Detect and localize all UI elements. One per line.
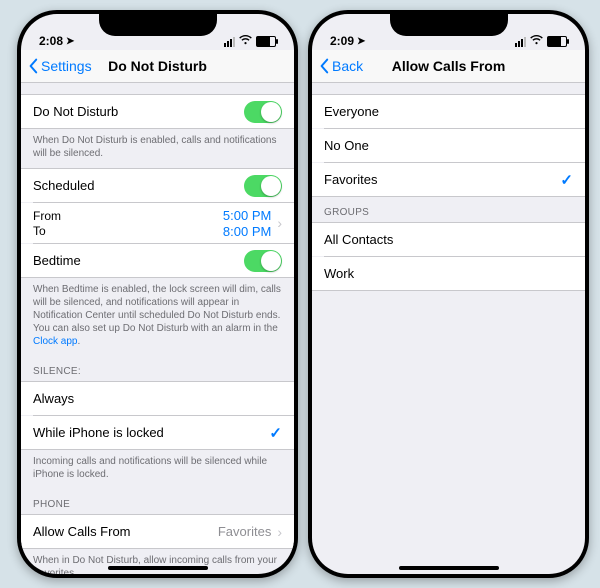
always-label: Always — [33, 391, 74, 406]
silence-footer: Incoming calls and notifications will be… — [21, 450, 294, 489]
wifi-icon — [530, 35, 543, 48]
always-row[interactable]: Always — [21, 381, 294, 415]
cellular-icon — [515, 37, 526, 47]
silence-header: SILENCE: — [21, 356, 294, 381]
allow-calls-footer: When in Do Not Disturb, allow incoming c… — [21, 549, 294, 574]
allow-calls-row[interactable]: Allow Calls From Favorites › — [21, 514, 294, 548]
phone-do-not-disturb: 2:08 ➤ Settings Do Not Disturb — [17, 10, 298, 578]
nav-title: Allow Calls From — [312, 58, 585, 74]
checkmark-icon: ✓ — [560, 171, 573, 189]
home-indicator[interactable] — [108, 566, 208, 570]
row-label: All Contacts — [324, 232, 393, 247]
row-label: Work — [324, 266, 354, 281]
to-label: To — [33, 224, 61, 238]
while-locked-label: While iPhone is locked — [33, 425, 164, 440]
scheduled-row: Scheduled — [21, 168, 294, 202]
bedtime-toggle[interactable] — [244, 250, 282, 272]
nav-bar: Back Allow Calls From — [312, 50, 585, 83]
bedtime-row: Bedtime — [21, 244, 294, 277]
row-everyone[interactable]: Everyone — [312, 94, 585, 128]
to-value: 8:00 PM — [223, 224, 271, 239]
home-indicator[interactable] — [399, 566, 499, 570]
checkmark-icon: ✓ — [269, 424, 282, 442]
while-locked-row[interactable]: While iPhone is locked ✓ — [21, 416, 294, 449]
row-label: Everyone — [324, 104, 379, 119]
bedtime-footer: When Bedtime is enabled, the lock screen… — [21, 278, 294, 356]
battery-icon — [256, 36, 276, 47]
allow-calls-value: Favorites — [218, 524, 271, 539]
row-no-one[interactable]: No One — [312, 129, 585, 162]
cellular-icon — [224, 37, 235, 47]
phone-header: PHONE — [21, 489, 294, 514]
location-icon: ➤ — [66, 36, 74, 47]
notch — [390, 14, 508, 36]
scheduled-toggle[interactable] — [244, 175, 282, 197]
notch — [99, 14, 217, 36]
groups-header: GROUPS — [312, 197, 585, 222]
chevron-right-icon: › — [277, 524, 282, 540]
row-label: No One — [324, 138, 369, 153]
row-work[interactable]: Work — [312, 257, 585, 290]
scheduled-label: Scheduled — [33, 178, 94, 193]
status-time: 2:09 — [330, 34, 354, 48]
wifi-icon — [239, 35, 252, 48]
chevron-right-icon: › — [277, 215, 282, 231]
dnd-toggle[interactable] — [244, 101, 282, 123]
dnd-footer: When Do Not Disturb is enabled, calls an… — [21, 129, 294, 168]
battery-icon — [547, 36, 567, 47]
dnd-label: Do Not Disturb — [33, 104, 118, 119]
allow-calls-label: Allow Calls From — [33, 524, 131, 539]
dnd-row: Do Not Disturb — [21, 94, 294, 128]
location-icon: ➤ — [357, 36, 365, 47]
phone-allow-calls-from: 2:09 ➤ Back Allow Calls From — [308, 10, 589, 578]
row-all-contacts[interactable]: All Contacts — [312, 222, 585, 256]
clock-app-link[interactable]: Clock app — [33, 336, 77, 347]
row-label: Favorites — [324, 172, 377, 187]
nav-title: Do Not Disturb — [21, 58, 294, 74]
row-favorites[interactable]: Favorites ✓ — [312, 163, 585, 196]
bedtime-label: Bedtime — [33, 253, 81, 268]
schedule-time-row[interactable]: From To 5:00 PM 8:00 PM › — [21, 203, 294, 243]
nav-bar: Settings Do Not Disturb — [21, 50, 294, 83]
status-time: 2:08 — [39, 34, 63, 48]
from-label: From — [33, 209, 61, 223]
from-value: 5:00 PM — [223, 208, 271, 223]
